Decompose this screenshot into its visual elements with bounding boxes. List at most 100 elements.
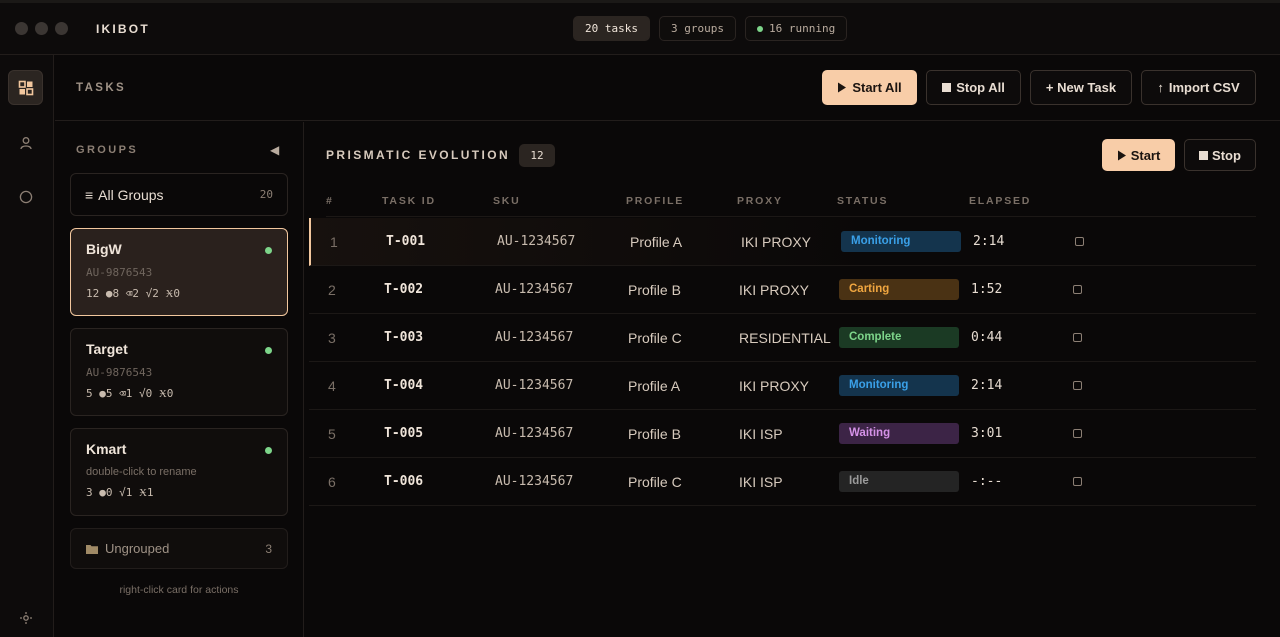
- group-card-sub: AU-9876543: [86, 266, 153, 279]
- running-dot-icon: [756, 25, 763, 32]
- row-checkbox[interactable]: [1073, 333, 1082, 342]
- nav-settings-button[interactable]: [8, 600, 43, 635]
- task-sku: AU-1234567: [497, 234, 576, 249]
- stop-group-button[interactable]: Stop: [1184, 139, 1256, 171]
- status-badge: Complete: [839, 327, 959, 348]
- groups-pill-label: 3 groups: [670, 22, 724, 35]
- table-row[interactable]: 3 T-003 AU-1234567 Profile C RESIDENTIAL Comp…: [309, 314, 1256, 362]
- summary-pills: 20 tasks 3 groups 16 running: [573, 16, 848, 41]
- task-elapsed: 1:52: [971, 282, 1003, 297]
- start-group-button[interactable]: Start: [1102, 139, 1175, 171]
- group-card-bigw[interactable]: BigW AU-9876543 12 ●8 ⌫2 √2 Ӿ0: [70, 228, 288, 316]
- group-card-sub: double-click to rename: [86, 466, 197, 478]
- row-number: 2: [328, 282, 336, 298]
- stop-icon: [942, 83, 952, 92]
- task-id: T-004: [384, 378, 424, 393]
- task-id: T-002: [384, 282, 424, 297]
- ungrouped-item[interactable]: Ungrouped 3: [70, 528, 288, 569]
- stop-all-button[interactable]: Stop All: [926, 70, 1021, 105]
- row-number: 6: [328, 474, 336, 490]
- column-header-profile[interactable]: PROFILE: [626, 195, 684, 207]
- play-icon: [838, 82, 847, 93]
- status-badge: Carting: [839, 279, 959, 300]
- group-section-title: PRISMATIC EVOLUTION: [326, 148, 511, 162]
- nav-proxies-button[interactable]: [8, 179, 43, 214]
- table-row[interactable]: 6 T-006 AU-1234567 Profile C IKI ISP Idle -:--: [309, 458, 1256, 506]
- status-badge: Waiting: [839, 423, 959, 444]
- stop-group-label: Stop: [1212, 147, 1241, 163]
- title-bar: IKIBOT 20 tasks 3 groups 16 running: [0, 0, 1280, 55]
- status-badge: Idle: [839, 471, 959, 492]
- table-row[interactable]: 2 T-002 AU-1234567 Profile B IKI PROXY Cartin…: [309, 266, 1256, 314]
- task-id: T-006: [384, 474, 424, 489]
- task-profile: Profile B: [628, 282, 681, 298]
- row-number: 1: [330, 234, 338, 250]
- upload-arrow-icon: ↑: [1157, 80, 1164, 95]
- groups-title: GROUPS: [76, 144, 139, 156]
- task-profile: Profile B: [628, 426, 681, 442]
- table-header: # TASK ID SKU PROFILE PROXY STATUS ELAPS…: [326, 195, 1256, 217]
- group-card-name: BigW: [86, 241, 122, 257]
- collapse-groups-icon[interactable]: ◀: [270, 143, 279, 157]
- nav-profiles-button[interactable]: [8, 125, 43, 160]
- status-badge: Monitoring: [839, 375, 959, 396]
- group-card-kmart[interactable]: Kmart double-click to rename 3 ●0 √1 Ӿ1: [70, 428, 288, 516]
- nav-rail: [0, 55, 54, 637]
- row-checkbox[interactable]: [1073, 381, 1082, 390]
- grid-icon: [18, 80, 33, 95]
- group-card-target[interactable]: Target AU-9876543 5 ●5 ⌫1 √0 Ӿ0: [70, 328, 288, 416]
- task-proxy: IKI ISP: [739, 426, 783, 442]
- row-checkbox[interactable]: [1073, 285, 1082, 294]
- column-header-status[interactable]: STATUS: [837, 195, 888, 207]
- column-header-sku[interactable]: SKU: [493, 195, 521, 207]
- task-id: T-001: [386, 234, 426, 249]
- ungrouped-count: 3: [265, 541, 272, 556]
- close-window-button[interactable]: [15, 22, 28, 35]
- start-group-label: Start: [1130, 147, 1161, 163]
- column-header-task-id[interactable]: TASK ID: [382, 195, 436, 207]
- running-pill-label: 16 running: [768, 22, 836, 35]
- tasks-pill-label: 20 tasks: [585, 22, 638, 35]
- import-csv-label: Import CSV: [1168, 80, 1240, 95]
- table-row[interactable]: 5 T-005 AU-1234567 Profile B IKI ISP Waiting 3…: [309, 410, 1256, 458]
- app-name: IKIBOT: [96, 22, 150, 36]
- task-profile: Profile A: [630, 234, 683, 250]
- column-header-proxy[interactable]: PROXY: [737, 195, 783, 207]
- table-row[interactable]: 4 T-004 AU-1234567 Profile A IKI PROXY Monito…: [309, 362, 1256, 410]
- maximize-window-button[interactable]: [55, 22, 68, 35]
- group-card-stats: 12 ●8 ⌫2 √2 Ӿ0: [86, 287, 181, 300]
- column-header-elapsed[interactable]: ELAPSED: [969, 195, 1031, 207]
- task-proxy: IKI PROXY: [739, 282, 810, 298]
- tasks-pill[interactable]: 20 tasks: [573, 16, 650, 41]
- task-list-panel: PRISMATIC EVOLUTION 1 2 Start Stop # TASK…: [305, 122, 1280, 637]
- task-elapsed: 2:14: [971, 378, 1003, 393]
- row-checkbox[interactable]: [1073, 429, 1082, 438]
- list-icon: ≡: [85, 186, 94, 203]
- task-proxy: IKI PROXY: [741, 234, 812, 250]
- task-profile: Profile C: [628, 474, 682, 490]
- row-checkbox[interactable]: [1075, 237, 1084, 246]
- task-profile: Profile C: [628, 330, 682, 346]
- table-row[interactable]: 1 T-001 AU-1234567 Profile A IKI PROXY Monito…: [309, 218, 1256, 266]
- all-groups-item[interactable]: ≡ All Groups 20: [70, 173, 288, 216]
- nav-tasks-button[interactable]: [8, 70, 43, 105]
- new-task-label: + New Task: [1045, 80, 1117, 95]
- row-number: 3: [328, 330, 336, 346]
- row-checkbox[interactable]: [1073, 477, 1082, 486]
- task-sku: AU-1234567: [495, 426, 574, 441]
- import-csv-button[interactable]: ↑ Import CSV: [1141, 70, 1256, 105]
- groups-pill[interactable]: 3 groups: [658, 16, 736, 41]
- task-elapsed: 0:44: [971, 330, 1003, 345]
- group-card-sub: AU-9876543: [86, 366, 153, 379]
- minimize-window-button[interactable]: [35, 22, 48, 35]
- page-header: TASKS Start All Stop All + New Task ↑ Im…: [55, 55, 1280, 121]
- groups-panel: GROUPS ◀ ≡ All Groups 20 BigW AU-9876543…: [55, 122, 304, 637]
- start-all-button[interactable]: Start All: [822, 70, 917, 105]
- status-dot-icon: [265, 247, 272, 254]
- group-card-stats: 3 ●0 √1 Ӿ1: [86, 486, 154, 499]
- user-icon: [19, 136, 32, 149]
- running-pill[interactable]: 16 running: [744, 16, 848, 41]
- column-header-num: #: [326, 195, 334, 207]
- new-task-button[interactable]: + New Task: [1030, 70, 1132, 105]
- task-elapsed: 3:01: [971, 426, 1003, 441]
